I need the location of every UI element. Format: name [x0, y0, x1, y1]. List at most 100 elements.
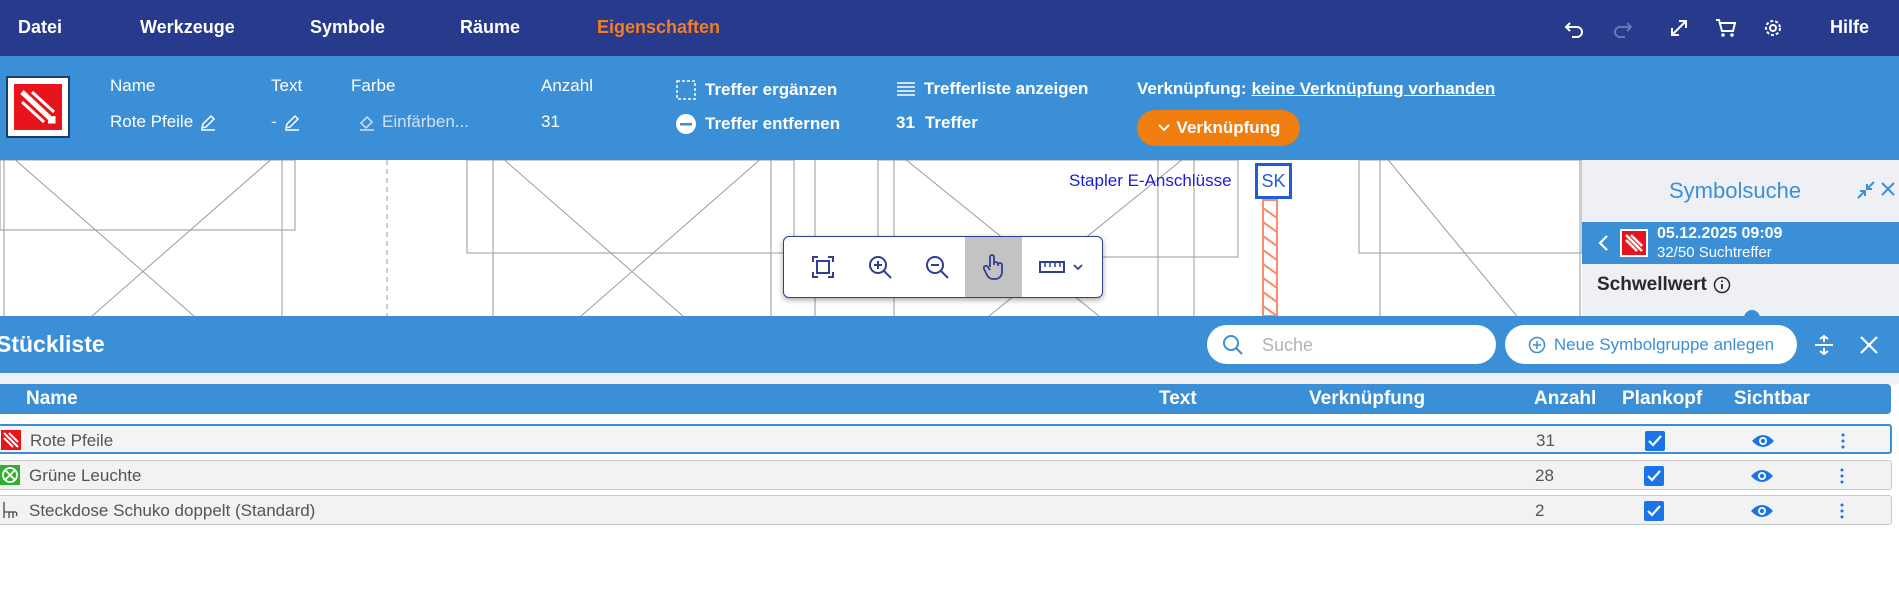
search-result-item[interactable]: 05.12.2025 09:09 32/50 Suchtreffer — [1582, 222, 1899, 264]
remove-hits-label: Treffer entfernen — [705, 114, 841, 133]
remove-hits-button[interactable]: Treffer entfernen — [675, 113, 840, 135]
search-result-date: 05.12.2025 09:09 — [1657, 225, 1783, 242]
expand-collapse-icon[interactable] — [1813, 334, 1835, 356]
name-value-text: Rote Pfeile — [110, 112, 194, 131]
green-light-icon — [0, 465, 20, 485]
name-value[interactable]: Rote Pfeile — [110, 112, 217, 132]
more-options-icon[interactable] — [1840, 431, 1846, 451]
row-count: 31 — [1536, 431, 1555, 450]
menu-werkzeuge[interactable]: Werkzeuge — [140, 17, 235, 38]
eye-icon[interactable] — [1751, 432, 1775, 450]
menu-datei[interactable]: Datei — [18, 17, 62, 38]
chevron-left-icon[interactable] — [1597, 234, 1609, 252]
menu-symbole[interactable]: Symbole — [310, 17, 385, 38]
properties-bar: Name Rote Pfeile Text - Farbe Einfärben.… — [0, 56, 1899, 160]
row-count: 2 — [1535, 501, 1545, 520]
search-input[interactable] — [1262, 333, 1482, 357]
chevron-down-icon — [1073, 264, 1083, 271]
red-arrows-icon — [1620, 229, 1648, 257]
color-placeholder: Einfärben... — [382, 112, 469, 131]
count-label: Anzahl — [541, 76, 593, 95]
more-options-icon[interactable] — [1839, 466, 1845, 486]
top-menu-bar: Datei Werkzeuge Symbole Räume Eigenschaf… — [0, 0, 1899, 56]
menu-eigenschaften[interactable]: Eigenschaften — [597, 17, 720, 38]
close-icon[interactable] — [1879, 180, 1899, 200]
fit-to-screen-button[interactable] — [794, 237, 851, 297]
zoom-in-icon — [868, 256, 892, 279]
table-row[interactable]: Steckdose Schuko doppelt (Standard) 2 — [0, 495, 1892, 525]
info-icon[interactable] — [1713, 276, 1731, 294]
eye-icon[interactable] — [1750, 467, 1774, 485]
zoom-out-icon — [925, 256, 949, 279]
threshold-heading: Schwellwert — [1597, 274, 1731, 296]
col-visible[interactable]: Sichtbar — [1734, 388, 1810, 410]
plus-circle-icon — [1528, 336, 1546, 353]
hand-pointer-icon — [982, 254, 1003, 280]
search-box[interactable] — [1207, 325, 1496, 364]
col-link[interactable]: Verknüpfung — [1309, 388, 1425, 410]
collapse-icon[interactable] — [1856, 180, 1876, 200]
plan-header-checkbox[interactable] — [1644, 501, 1664, 521]
column-band — [0, 373, 1899, 384]
link-button-label: Verknüpfung — [1176, 118, 1281, 137]
row-name: Steckdose Schuko doppelt (Standard) — [29, 501, 316, 520]
hits-count: 31 — [896, 113, 915, 132]
symbol-search-panel: Symbolsuche 05.12.2025 09:09 32/50 Sucht… — [1582, 160, 1899, 322]
link-info: Verknüpfung: keine Verknüpfung vorhanden — [1137, 79, 1495, 99]
more-options-icon[interactable] — [1839, 501, 1845, 521]
link-value[interactable]: keine Verknüpfung vorhanden — [1252, 79, 1496, 99]
canvas-label[interactable]: Stapler E-Anschlüsse — [1069, 171, 1232, 191]
table-row[interactable]: Rote Pfeile 31 — [0, 424, 1892, 454]
plan-header-checkbox[interactable] — [1645, 431, 1665, 451]
socket-icon — [3, 502, 18, 518]
color-picker[interactable]: Einfärben... — [358, 112, 469, 132]
color-label: Farbe — [351, 76, 396, 95]
show-hitlist-button[interactable]: Trefferliste anzeigen — [896, 79, 1088, 99]
list-icon — [897, 82, 915, 96]
search-result-count: 32/50 Suchtreffer — [1657, 244, 1772, 261]
hits-summary: 31 Treffer — [896, 113, 978, 133]
symbol-search-title: Symbolsuche — [1669, 178, 1802, 203]
help-menu[interactable]: Hilfe — [1830, 17, 1869, 38]
show-hitlist-label: Trefferliste anzeigen — [924, 79, 1089, 98]
link-button[interactable]: Verknüpfung — [1137, 110, 1300, 146]
undo-icon[interactable] — [1562, 15, 1588, 41]
row-name: Rote Pfeile — [30, 431, 114, 450]
text-value[interactable]: - — [271, 112, 301, 132]
new-symbol-group-button[interactable]: Neue Symbolgruppe anlegen — [1505, 325, 1797, 364]
ruler-icon — [1039, 261, 1065, 273]
count-value: 31 — [541, 112, 560, 132]
dashed-select-icon — [676, 80, 696, 100]
red-arrows-icon — [1, 430, 21, 450]
parts-list-header: Stückliste Neue Symbolgruppe anlegen — [0, 316, 1899, 373]
menu-raeume[interactable]: Räume — [460, 17, 520, 38]
fit-screen-icon — [811, 256, 834, 278]
minus-circle-icon — [676, 114, 696, 134]
zoom-out-button[interactable] — [908, 237, 965, 297]
close-icon[interactable] — [1858, 334, 1880, 356]
fullscreen-icon[interactable] — [1666, 15, 1692, 41]
col-count[interactable]: Anzahl — [1534, 388, 1596, 410]
row-count: 28 — [1535, 466, 1554, 485]
col-text[interactable]: Text — [1159, 388, 1197, 410]
edit-pencil-icon[interactable] — [283, 113, 301, 131]
count-value-text: 31 — [541, 112, 560, 131]
col-name[interactable]: Name — [26, 388, 78, 410]
sk-symbol-box[interactable]: SK — [1255, 163, 1292, 199]
edit-pencil-icon[interactable] — [199, 113, 217, 131]
table-row[interactable]: Grüne Leuchte 28 — [0, 460, 1892, 490]
plan-header-checkbox[interactable] — [1644, 466, 1664, 486]
measure-dropdown-button[interactable] — [1022, 237, 1102, 297]
redo-icon[interactable] — [1609, 15, 1635, 41]
paint-bucket-icon — [359, 115, 374, 131]
cart-icon[interactable] — [1713, 15, 1739, 41]
gear-icon[interactable] — [1760, 15, 1786, 41]
text-value-text: - — [271, 112, 277, 131]
col-plan-header[interactable]: Plankopf — [1622, 388, 1702, 410]
pan-hand-button[interactable] — [965, 237, 1022, 297]
eye-icon[interactable] — [1750, 502, 1774, 520]
zoom-in-button[interactable] — [851, 237, 908, 297]
zoom-toolbar — [783, 236, 1103, 298]
add-hits-button[interactable]: Treffer ergänzen — [675, 79, 837, 101]
name-label: Name — [110, 76, 156, 95]
